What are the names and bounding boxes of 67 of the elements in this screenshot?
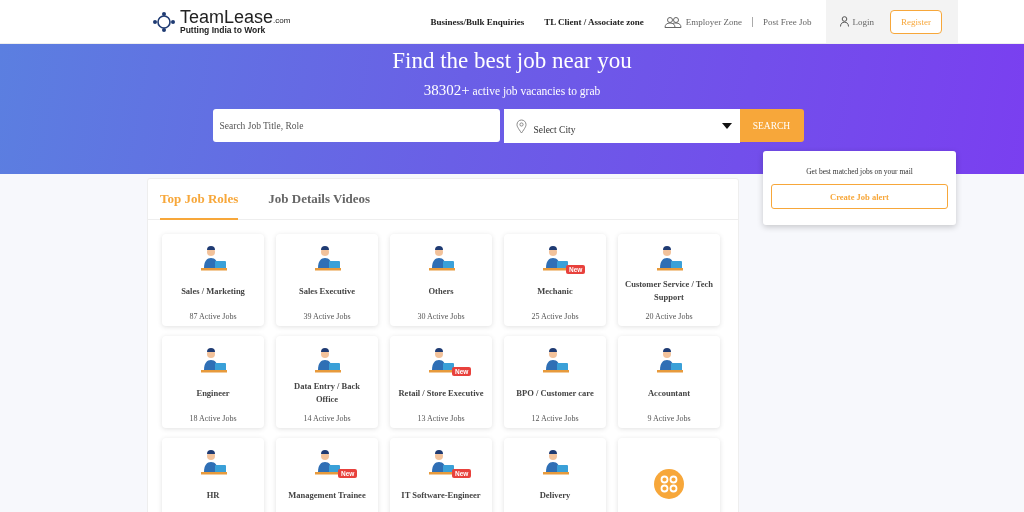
job-role-title: Mechanic <box>536 284 574 298</box>
nav-link[interactable]: TL Client / Associate zone <box>544 16 644 27</box>
job-role-card[interactable]: Customer Service / Tech Support 20 Active Jobs <box>618 234 720 326</box>
grid-icon <box>654 469 684 499</box>
job-role-card[interactable]: Data Entry / Back Office 14 Active Jobs <box>276 336 378 428</box>
job-role-title: IT Software-Engineer <box>400 488 482 502</box>
job-search-field[interactable]: Search Job Title, Role <box>212 109 500 142</box>
job-role-card[interactable] <box>618 438 720 512</box>
active-jobs-count: 14 Active Jobs <box>303 414 351 423</box>
job-role-card[interactable]: BPO / Customer care 12 Active Jobs <box>504 336 606 428</box>
job-role-title: HR <box>205 488 221 502</box>
job-role-title: Sales / Marketing <box>180 284 246 298</box>
person-at-desk-icon <box>198 246 228 274</box>
job-role-card[interactable]: Sales / Marketing 87 Active Jobs <box>162 234 264 326</box>
job-role-title: BPO / Customer care <box>515 386 595 400</box>
job-role-title: Sales Executive <box>298 284 356 298</box>
job-role-title: Data Entry / Back Office <box>293 380 361 406</box>
job-role-title: Customer Service / Tech Support <box>624 278 714 304</box>
nav-link[interactable]: Business/Bulk Enquiries <box>430 16 525 27</box>
job-role-title: Management Trainee <box>287 488 367 502</box>
nav-link[interactable]: Employer Zone <box>663 15 742 28</box>
person-at-desk-icon <box>312 348 342 376</box>
job-role-title: Retail / Store Executive <box>397 386 485 400</box>
person-at-desk-icon <box>540 450 570 478</box>
active-jobs-count: 13 Active Jobs <box>417 414 465 423</box>
active-jobs-count: 39 Active Jobs <box>303 312 351 321</box>
logo-tagline: Putting India to Work <box>180 26 267 35</box>
person-at-desk-icon <box>312 450 342 478</box>
job-role-title: Delivery <box>538 488 572 502</box>
city-select[interactable]: Select City <box>503 109 740 143</box>
person-at-desk-icon <box>198 450 228 478</box>
job-role-card[interactable]: Delivery <box>504 438 606 512</box>
job-role-title: Engineer <box>195 386 231 400</box>
job-role-card[interactable]: Sales Executive 39 Active Jobs <box>276 234 378 326</box>
logo-icon <box>152 10 176 33</box>
active-jobs-count: 25 Active Jobs <box>531 312 579 321</box>
job-count-text: 38302+ active job vacancies to grab <box>423 82 601 99</box>
job-role-title: Accountant <box>647 386 691 400</box>
person-at-desk-icon <box>426 348 456 376</box>
active-jobs-count: 9 Active Jobs <box>647 414 691 423</box>
active-jobs-count: 20 Active Jobs <box>645 312 693 321</box>
person-at-desk-icon <box>312 246 342 274</box>
logo-text[interactable]: TeamLease.com <box>180 8 291 27</box>
person-at-desk-icon <box>540 348 570 376</box>
person-at-desk-icon <box>654 246 684 274</box>
nav-link[interactable]: Post Free Job <box>763 16 812 27</box>
caret-icon <box>721 123 732 129</box>
active-jobs-count: 87 Active Jobs <box>189 312 237 321</box>
location-pin-icon <box>515 118 527 134</box>
job-role-card[interactable]: Others 30 Active Jobs <box>390 234 492 326</box>
person-at-desk-icon <box>426 450 456 478</box>
hero-title: Find the best job near you <box>392 48 632 74</box>
person-at-desk-icon <box>426 246 456 274</box>
tab[interactable]: Job Details Videos <box>268 179 371 220</box>
job-role-title: Others <box>427 284 455 298</box>
active-jobs-count: 12 Active Jobs <box>531 414 579 423</box>
nav-link[interactable]: Login <box>839 16 874 27</box>
job-role-card[interactable]: Engineer 18 Active Jobs <box>162 336 264 428</box>
active-jobs-count: 18 Active Jobs <box>189 414 237 423</box>
job-role-card[interactable]: HR <box>162 438 264 512</box>
person-at-desk-icon <box>654 348 684 376</box>
person-at-desk-icon <box>198 348 228 376</box>
job-role-card[interactable]: Accountant 9 Active Jobs <box>618 336 720 428</box>
person-at-desk-icon <box>540 246 570 274</box>
people-icon <box>663 15 682 28</box>
user-icon <box>839 16 849 27</box>
active-jobs-count: 30 Active Jobs <box>417 312 465 321</box>
